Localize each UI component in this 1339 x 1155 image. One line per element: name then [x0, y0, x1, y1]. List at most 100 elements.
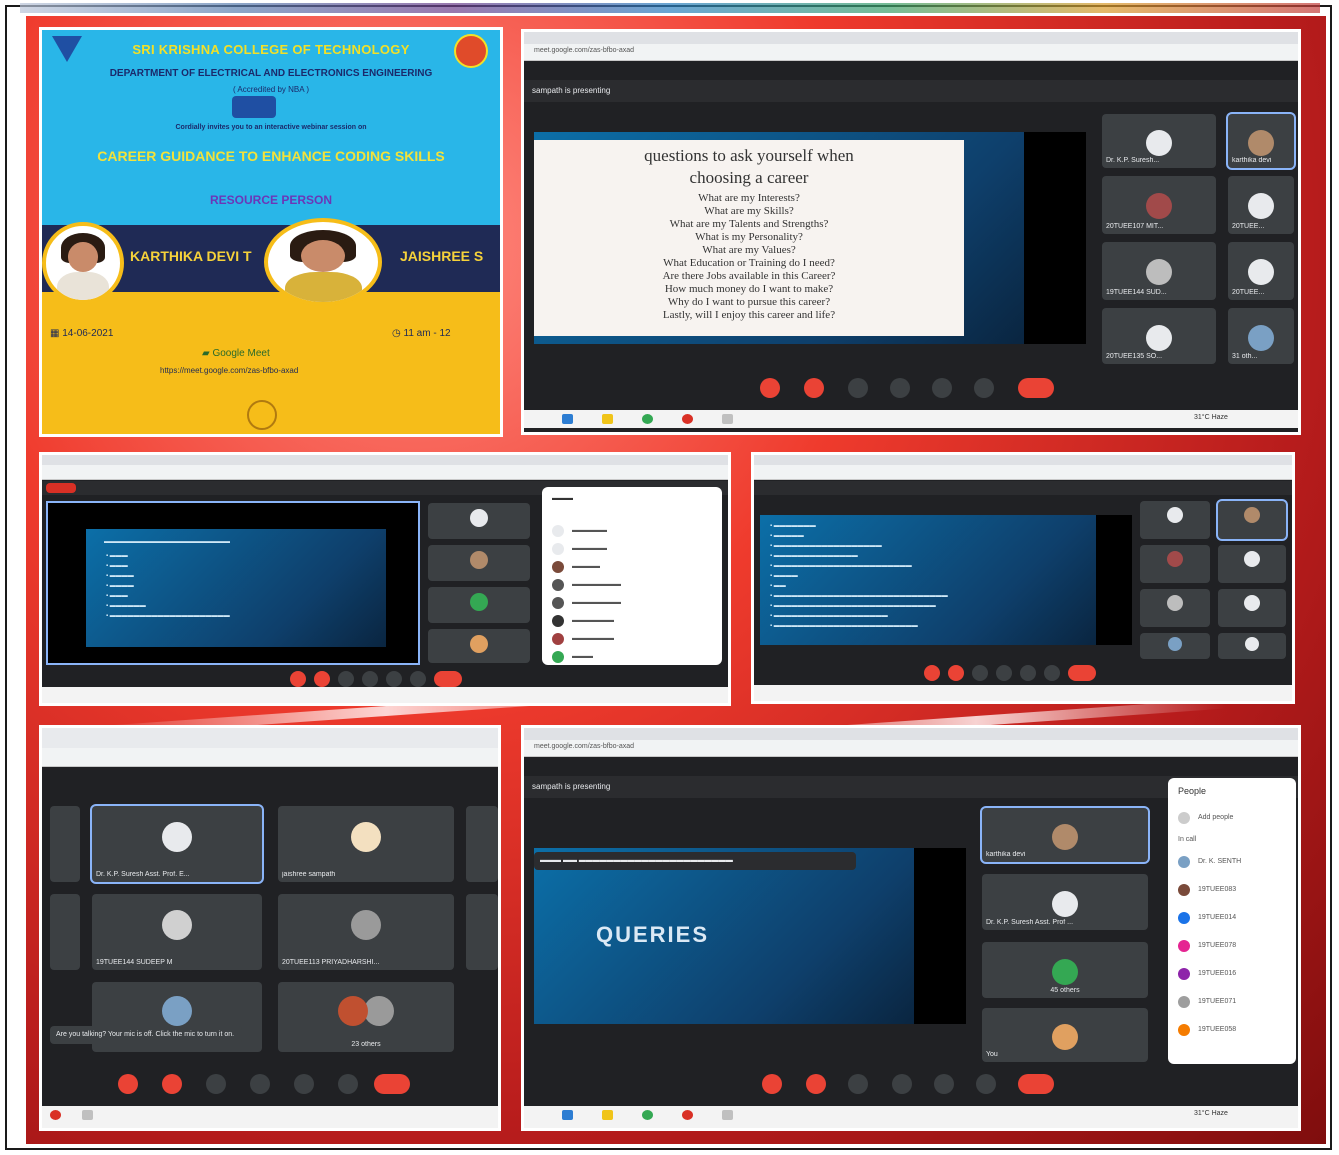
folder-icon[interactable] [602, 414, 613, 424]
present-icon[interactable] [386, 671, 402, 687]
app-icon[interactable] [82, 1110, 93, 1120]
captions-icon[interactable] [338, 671, 354, 687]
meet-link[interactable]: https://meet.google.com/zas-bfbo-axad [160, 366, 298, 375]
more-options-icon[interactable] [976, 1074, 996, 1094]
app-icon[interactable] [682, 1110, 693, 1120]
participant-row[interactable]: 19TUEE071 [1178, 996, 1288, 1010]
participant-tile[interactable]: 23 others [278, 982, 454, 1052]
chrome-icon[interactable] [642, 1110, 653, 1120]
participant-tile[interactable] [1218, 589, 1286, 627]
add-people-button[interactable]: Add people [1178, 812, 1288, 826]
participant-tile[interactable] [1218, 545, 1286, 583]
raise-hand-icon[interactable] [892, 1074, 912, 1094]
raise-hand-icon[interactable] [996, 665, 1012, 681]
raise-hand-icon[interactable] [362, 671, 378, 687]
participant-tile[interactable] [1218, 501, 1286, 539]
mic-off-icon[interactable] [762, 1074, 782, 1094]
participant-tile[interactable] [1140, 501, 1210, 539]
camera-off-icon[interactable] [948, 665, 964, 681]
more-options-icon[interactable] [410, 671, 426, 687]
more-options-icon[interactable] [338, 1074, 358, 1094]
participant-row[interactable]: ▬▬▬▬▬▬▬ [552, 597, 714, 611]
participant-tile[interactable]: 20TUEE135 SO... [1102, 308, 1216, 364]
participant-tile[interactable]: 19TUEE144 SUD... [1102, 242, 1216, 300]
present-icon[interactable] [294, 1074, 314, 1094]
mic-off-icon[interactable] [924, 665, 940, 681]
present-icon[interactable] [932, 378, 952, 398]
participant-tile[interactable] [50, 806, 80, 882]
file-explorer-icon[interactable] [562, 1110, 573, 1120]
participant-tile[interactable] [1140, 633, 1210, 659]
address-bar[interactable]: meet.google.com/zas-bfbo-axad [524, 44, 1298, 61]
end-call-icon[interactable] [374, 1074, 410, 1094]
participant-row[interactable]: ▬▬▬▬ [552, 561, 714, 575]
participant-tile[interactable]: 45 others [982, 942, 1148, 998]
address-bar[interactable] [42, 465, 728, 480]
present-icon[interactable] [1020, 665, 1036, 681]
address-bar[interactable]: meet.google.com/zas-bfbo-axad [524, 740, 1298, 757]
participant-tile[interactable]: 20TUEE107 MIT... [1102, 176, 1216, 234]
participant-row[interactable]: ▬▬▬▬▬ [552, 543, 714, 557]
camera-off-icon[interactable] [162, 1074, 182, 1094]
participant-tile[interactable]: karthika devi [1228, 114, 1294, 168]
participant-tile[interactable] [428, 545, 530, 581]
captions-icon[interactable] [848, 378, 868, 398]
end-call-icon[interactable] [1068, 665, 1096, 681]
participant-row[interactable]: 19TUEE083 [1178, 884, 1288, 898]
raise-hand-icon[interactable] [890, 378, 910, 398]
participant-tile[interactable] [1140, 589, 1210, 627]
end-call-icon[interactable] [1018, 378, 1054, 398]
captions-icon[interactable] [206, 1074, 226, 1094]
mic-off-icon[interactable] [760, 378, 780, 398]
participant-tile[interactable]: Dr. K.P. Suresh Asst. Prof ... [982, 874, 1148, 930]
folder-icon[interactable] [602, 1110, 613, 1120]
more-options-icon[interactable] [1044, 665, 1060, 681]
participant-tile[interactable] [428, 587, 530, 623]
participant-tile[interactable] [466, 894, 498, 970]
captions-icon[interactable] [972, 665, 988, 681]
participant-row[interactable]: ▬▬▬▬▬▬ [552, 615, 714, 629]
more-options-icon[interactable] [974, 378, 994, 398]
participant-row[interactable]: 19TUEE078 [1178, 940, 1288, 954]
participant-row[interactable]: 19TUEE016 [1178, 968, 1288, 982]
participant-tile[interactable]: Dr. K.P. Suresh Asst. Prof. E... [92, 806, 262, 882]
participant-row[interactable]: Dr. K. SENTH [1178, 856, 1288, 870]
app-icon[interactable] [50, 1110, 61, 1120]
chrome-icon[interactable] [642, 414, 653, 424]
participant-row[interactable]: 19TUEE058 [1178, 1024, 1288, 1038]
app-icon[interactable] [722, 1110, 733, 1120]
participant-row[interactable]: ▬▬▬▬▬▬▬ [552, 579, 714, 593]
mic-off-icon[interactable] [290, 671, 306, 687]
participant-tile[interactable]: karthika devi [982, 808, 1148, 862]
app-icon[interactable] [722, 414, 733, 424]
participant-tile[interactable] [50, 894, 80, 970]
participant-tile[interactable]: 20TUEE113 PRIYADHARSHI... [278, 894, 454, 970]
participant-tile[interactable]: 20TUEE... [1228, 176, 1294, 234]
participant-tile[interactable]: 20TUEE... [1228, 242, 1294, 300]
participant-tile[interactable]: You [982, 1008, 1148, 1062]
participant-tile[interactable] [1140, 545, 1210, 583]
participant-row[interactable]: 19TUEE014 [1178, 912, 1288, 926]
camera-off-icon[interactable] [804, 378, 824, 398]
camera-off-icon[interactable] [806, 1074, 826, 1094]
participant-tile[interactable] [428, 629, 530, 663]
participant-tile[interactable] [428, 503, 530, 539]
address-bar[interactable] [754, 465, 1292, 480]
present-icon[interactable] [934, 1074, 954, 1094]
participant-row[interactable]: ▬▬▬ [552, 651, 714, 665]
participant-tile[interactable] [1218, 633, 1286, 659]
address-bar[interactable] [42, 748, 498, 767]
camera-off-icon[interactable] [314, 671, 330, 687]
participant-row[interactable]: ▬▬▬▬▬ [552, 525, 714, 539]
end-call-icon[interactable] [1018, 1074, 1054, 1094]
participant-tile[interactable]: 19TUEE144 SUDEEP M [92, 894, 262, 970]
end-call-icon[interactable] [434, 671, 462, 687]
raise-hand-icon[interactable] [250, 1074, 270, 1094]
mic-off-icon[interactable] [118, 1074, 138, 1094]
participant-tile[interactable]: 31 oth... [1228, 308, 1294, 364]
app-icon[interactable] [682, 414, 693, 424]
captions-icon[interactable] [848, 1074, 868, 1094]
participant-tile[interactable]: jaishree sampath [278, 806, 454, 882]
file-explorer-icon[interactable] [562, 414, 573, 424]
participant-tile[interactable]: Dr. K.P. Suresh... [1102, 114, 1216, 168]
